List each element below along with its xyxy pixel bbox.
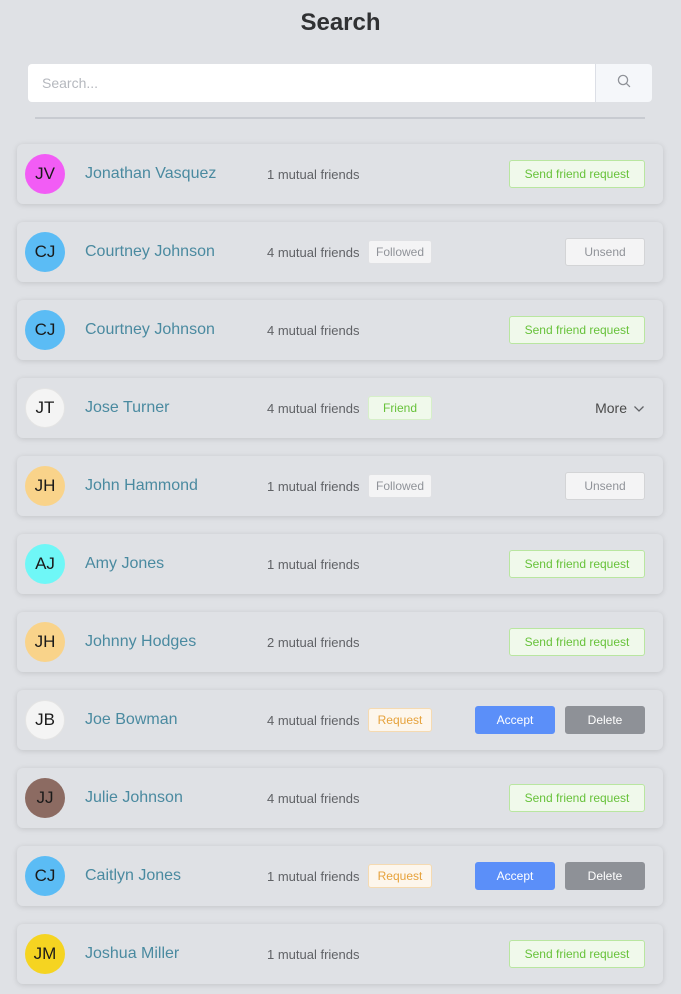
status-badge: Friend bbox=[368, 396, 432, 420]
avatar[interactable]: JH bbox=[25, 466, 65, 506]
person-card: JV Jonathan Vasquez 1 mutual friends Send f… bbox=[17, 144, 663, 204]
mutual-friends-count: 1 mutual friends bbox=[267, 478, 360, 494]
person-name[interactable]: Jose Turner bbox=[85, 399, 169, 417]
send-friend-request-button[interactable]: Send friend request bbox=[509, 550, 645, 578]
avatar[interactable]: JB bbox=[25, 700, 65, 740]
accept-button[interactable]: Accept bbox=[475, 706, 555, 734]
person-name[interactable]: Amy Jones bbox=[85, 555, 164, 573]
status-badge: Followed bbox=[368, 474, 432, 498]
search-button[interactable] bbox=[595, 64, 652, 102]
search-icon bbox=[617, 74, 631, 93]
send-friend-request-button[interactable]: Send friend request bbox=[509, 940, 645, 968]
avatar[interactable]: JH bbox=[25, 622, 65, 662]
mutual-friends-count: 4 mutual friends bbox=[267, 322, 360, 338]
person-name[interactable]: Jonathan Vasquez bbox=[85, 165, 216, 183]
page-title: Search bbox=[300, 9, 381, 36]
mutual-friends-count: 4 mutual friends bbox=[267, 244, 360, 260]
avatar[interactable]: CJ bbox=[25, 310, 65, 350]
avatar[interactable]: JJ bbox=[25, 778, 65, 818]
send-friend-request-button[interactable]: Send friend request bbox=[509, 628, 645, 656]
delete-button[interactable]: Delete bbox=[565, 862, 645, 890]
person-name[interactable]: John Hammond bbox=[85, 477, 198, 495]
search-input[interactable] bbox=[28, 64, 595, 102]
person-card: JT Jose Turner 4 mutual friends Friend More bbox=[17, 378, 663, 438]
avatar[interactable]: AJ bbox=[25, 544, 65, 584]
person-card: JM Joshua Miller 1 mutual friends Send frie… bbox=[17, 924, 663, 984]
chevron-down-icon bbox=[633, 400, 645, 416]
avatar[interactable]: JT bbox=[25, 388, 65, 428]
mutual-friends-count: 1 mutual friends bbox=[267, 556, 360, 572]
person-name[interactable]: Joe Bowman bbox=[85, 711, 178, 729]
mutual-friends-count: 2 mutual friends bbox=[267, 634, 360, 650]
status-badge: Request bbox=[368, 864, 432, 888]
person-card: CJ Courtney Johnson 4 mutual friends Follow… bbox=[17, 222, 663, 282]
accept-button[interactable]: Accept bbox=[475, 862, 555, 890]
person-card: AJ Amy Jones 1 mutual friends Send friend r… bbox=[17, 534, 663, 594]
mutual-friends-count: 4 mutual friends bbox=[267, 400, 360, 416]
divider bbox=[35, 117, 645, 119]
search-bar bbox=[28, 64, 652, 102]
mutual-friends-count: 4 mutual friends bbox=[267, 790, 360, 806]
person-name[interactable]: Courtney Johnson bbox=[85, 321, 215, 339]
person-card: JJ Julie Johnson 4 mutual friends Send frie… bbox=[17, 768, 663, 828]
person-name[interactable]: Julie Johnson bbox=[85, 789, 183, 807]
mutual-friends-count: 1 mutual friends bbox=[267, 946, 360, 962]
send-friend-request-button[interactable]: Send friend request bbox=[509, 160, 645, 188]
send-friend-request-button[interactable]: Send friend request bbox=[509, 784, 645, 812]
status-badge: Followed bbox=[368, 240, 432, 264]
people-list: JV Jonathan Vasquez 1 mutual friends Send f… bbox=[17, 144, 663, 994]
unsend-button[interactable]: Unsend bbox=[565, 238, 645, 266]
avatar[interactable]: CJ bbox=[25, 232, 65, 272]
avatar[interactable]: CJ bbox=[25, 856, 65, 896]
mutual-friends-count: 1 mutual friends bbox=[267, 166, 360, 182]
person-name[interactable]: Johnny Hodges bbox=[85, 633, 196, 651]
more-label: More bbox=[595, 400, 627, 416]
mutual-friends-count: 4 mutual friends bbox=[267, 712, 360, 728]
unsend-button[interactable]: Unsend bbox=[565, 472, 645, 500]
person-card: JB Joe Bowman 4 mutual friends Request Accep… bbox=[17, 690, 663, 750]
delete-button[interactable]: Delete bbox=[565, 706, 645, 734]
person-card: JH John Hammond 1 mutual friends Followed Un… bbox=[17, 456, 663, 516]
person-name[interactable]: Courtney Johnson bbox=[85, 243, 215, 261]
mutual-friends-count: 1 mutual friends bbox=[267, 868, 360, 884]
person-card: CJ Caitlyn Jones 1 mutual friends Request Ac… bbox=[17, 846, 663, 906]
person-name[interactable]: Joshua Miller bbox=[85, 945, 179, 963]
more-dropdown[interactable]: More bbox=[595, 400, 645, 416]
avatar[interactable]: JV bbox=[25, 154, 65, 194]
avatar[interactable]: JM bbox=[25, 934, 65, 974]
person-name[interactable]: Caitlyn Jones bbox=[85, 867, 181, 885]
send-friend-request-button[interactable]: Send friend request bbox=[509, 316, 645, 344]
status-badge: Request bbox=[368, 708, 432, 732]
person-card: CJ Courtney Johnson 4 mutual friends Send f… bbox=[17, 300, 663, 360]
person-card: JH Johnny Hodges 2 mutual friends Send frie… bbox=[17, 612, 663, 672]
